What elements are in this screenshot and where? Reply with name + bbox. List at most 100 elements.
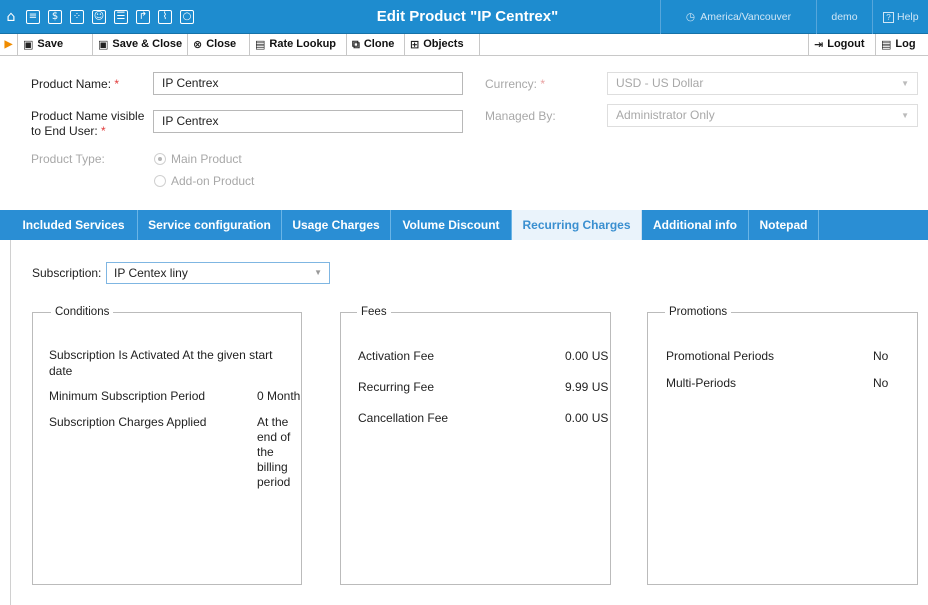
required-mark: * [540, 77, 546, 91]
product-name-visible-input[interactable]: IP Centrex [153, 110, 463, 133]
charges-applied-value-line: the [257, 445, 274, 459]
tab-volume-discount[interactable]: Volume Discount [391, 210, 512, 240]
activation-fee-label: Activation Fee [358, 349, 435, 363]
search-icon[interactable]: ○ [176, 0, 198, 34]
timezone-label: America/Vancouver [700, 11, 792, 23]
help-icon: ? [883, 11, 894, 23]
addon-product-label: Add-on Product [171, 174, 255, 188]
tab-included-services[interactable]: Included Services [10, 210, 138, 240]
chevron-down-icon: ▼ [314, 268, 322, 277]
activation-fee-value: 0.00 US [565, 349, 609, 363]
subscription-value: IP Centex liny [114, 266, 188, 280]
charges-applied-value-line: billing [257, 460, 288, 474]
promotions-legend: Promotions [665, 305, 732, 320]
logout-label: Logout [827, 38, 865, 50]
tab-bar: Included Services Service configuration … [0, 210, 928, 240]
help-link[interactable]: ? Help [872, 0, 928, 34]
tab-service-configuration[interactable]: Service configuration [138, 210, 282, 240]
main-product-label: Main Product [171, 152, 242, 166]
product-type-label: Product Type: [31, 152, 105, 166]
conditions-legend: Conditions [51, 305, 114, 320]
activation-condition-line1: Subscription Is Activated At the given s… [49, 348, 273, 362]
save-close-button[interactable]: ▣ Save & Close [93, 34, 188, 55]
min-period-label: Minimum Subscription Period [49, 389, 206, 403]
play-arrow-icon: ▶ [4, 39, 13, 50]
chevron-down-icon: ▼ [901, 111, 909, 120]
timezone-link[interactable]: ◷ America/Vancouver [660, 0, 816, 34]
page-title: Edit Product "IP Centrex" [376, 8, 559, 25]
close-button[interactable]: ⊗ Close [188, 34, 250, 55]
managed-by-value: Administrator Only [616, 108, 715, 122]
log-icon: ▤ [881, 38, 892, 51]
cancellation-fee-value: 0.00 US [565, 411, 609, 425]
radio-unchecked-icon [154, 175, 166, 187]
log-button[interactable]: ▤ Log [876, 34, 928, 55]
content-border [10, 240, 11, 605]
forward-icon[interactable]: ↱ [132, 0, 154, 34]
promotional-periods-value: No [873, 349, 889, 363]
log-label: Log [895, 38, 916, 50]
list-icon[interactable]: ≡ [22, 0, 44, 34]
product-name-visible-label-line2: to End User: [31, 124, 98, 138]
clone-icon: ⧉ [352, 38, 360, 51]
objects-button[interactable]: ⊞ Objects [405, 34, 480, 55]
min-period-value: 0 Month [257, 389, 301, 403]
tab-notepad[interactable]: Notepad [749, 210, 819, 240]
clock-icon: ◷ [685, 11, 696, 23]
charges-applied-label: Subscription Charges Applied [49, 415, 207, 429]
radio-checked-icon [154, 153, 166, 165]
subscription-label: Subscription: [32, 266, 102, 280]
save-label: Save [37, 38, 64, 50]
chart-icon[interactable]: ⌇ [154, 0, 176, 34]
managed-by-select[interactable]: Administrator Only ▼ [607, 104, 918, 127]
addon-product-radio[interactable]: Add-on Product [154, 174, 254, 188]
currency-value: USD - US Dollar [616, 76, 704, 90]
logout-button[interactable]: ⇥ Logout [808, 34, 876, 55]
rate-lookup-button[interactable]: ▤ Rate Lookup [250, 34, 347, 55]
clone-button[interactable]: ⧉ Clone [347, 34, 405, 55]
objects-label: Objects [423, 38, 464, 50]
product-name-input[interactable]: IP Centrex [153, 72, 463, 95]
save-close-icon: ▣ [98, 38, 109, 51]
save-close-label: Save & Close [112, 38, 183, 50]
help-label: Help [897, 11, 919, 23]
required-mark: * [101, 124, 106, 138]
network-icon[interactable]: ⁘ [66, 0, 88, 34]
cancellation-fee-label: Cancellation Fee [358, 411, 449, 425]
tab-additional-info[interactable]: Additional info [642, 210, 749, 240]
charges-applied-value-line: period [257, 475, 291, 489]
product-name-label: Product Name: * [31, 77, 119, 92]
toolbar-expand-button[interactable]: ▶ [0, 34, 18, 55]
rate-lookup-label: Rate Lookup [269, 38, 337, 50]
dollar-icon[interactable]: $ [44, 0, 66, 34]
recurring-fee-label: Recurring Fee [358, 380, 435, 394]
user-link[interactable]: demo [816, 0, 872, 34]
multi-periods-value: No [873, 376, 889, 390]
top-bar: ⌂ ≡ $ ⁘ ☺ ☰ ↱ ⌇ ○ Edit Product "IP Centr… [0, 0, 928, 34]
currency-label-text: Currency: [485, 77, 538, 91]
currency-select[interactable]: USD - US Dollar ▼ [607, 72, 918, 95]
tab-usage-charges[interactable]: Usage Charges [282, 210, 391, 240]
logout-icon: ⇥ [814, 38, 824, 51]
save-button[interactable]: ▣ Save [18, 34, 93, 55]
required-mark: * [114, 77, 120, 91]
close-label: Close [206, 38, 237, 50]
phonebook-icon[interactable]: ☰ [110, 0, 132, 34]
charges-applied-value-line: At the [257, 415, 289, 429]
subscription-select[interactable]: IP Centex liny ▼ [106, 262, 330, 284]
toolbar: ▶ ▣ Save ▣ Save & Close ⊗ Close ▤ Rate Looku… [0, 34, 928, 56]
top-nav-icons: ⌂ ≡ $ ⁘ ☺ ☰ ↱ ⌇ ○ [0, 0, 198, 34]
home-icon[interactable]: ⌂ [0, 0, 22, 34]
activation-condition-line2: date [49, 364, 73, 378]
product-name-visible-label: Product Name visible to End User: * [31, 109, 144, 139]
close-icon: ⊗ [193, 38, 203, 51]
recurring-fee-value: 9.99 US [565, 380, 609, 394]
main-product-radio[interactable]: Main Product [154, 152, 242, 166]
charges-applied-value-line: end of [257, 430, 291, 444]
rate-lookup-icon: ▤ [255, 38, 266, 51]
managed-by-label: Managed By: [485, 109, 556, 123]
person-icon[interactable]: ☺ [88, 0, 110, 34]
tab-recurring-charges[interactable]: Recurring Charges [512, 210, 642, 240]
promotional-periods-label: Promotional Periods [666, 349, 775, 363]
save-icon: ▣ [23, 38, 34, 51]
